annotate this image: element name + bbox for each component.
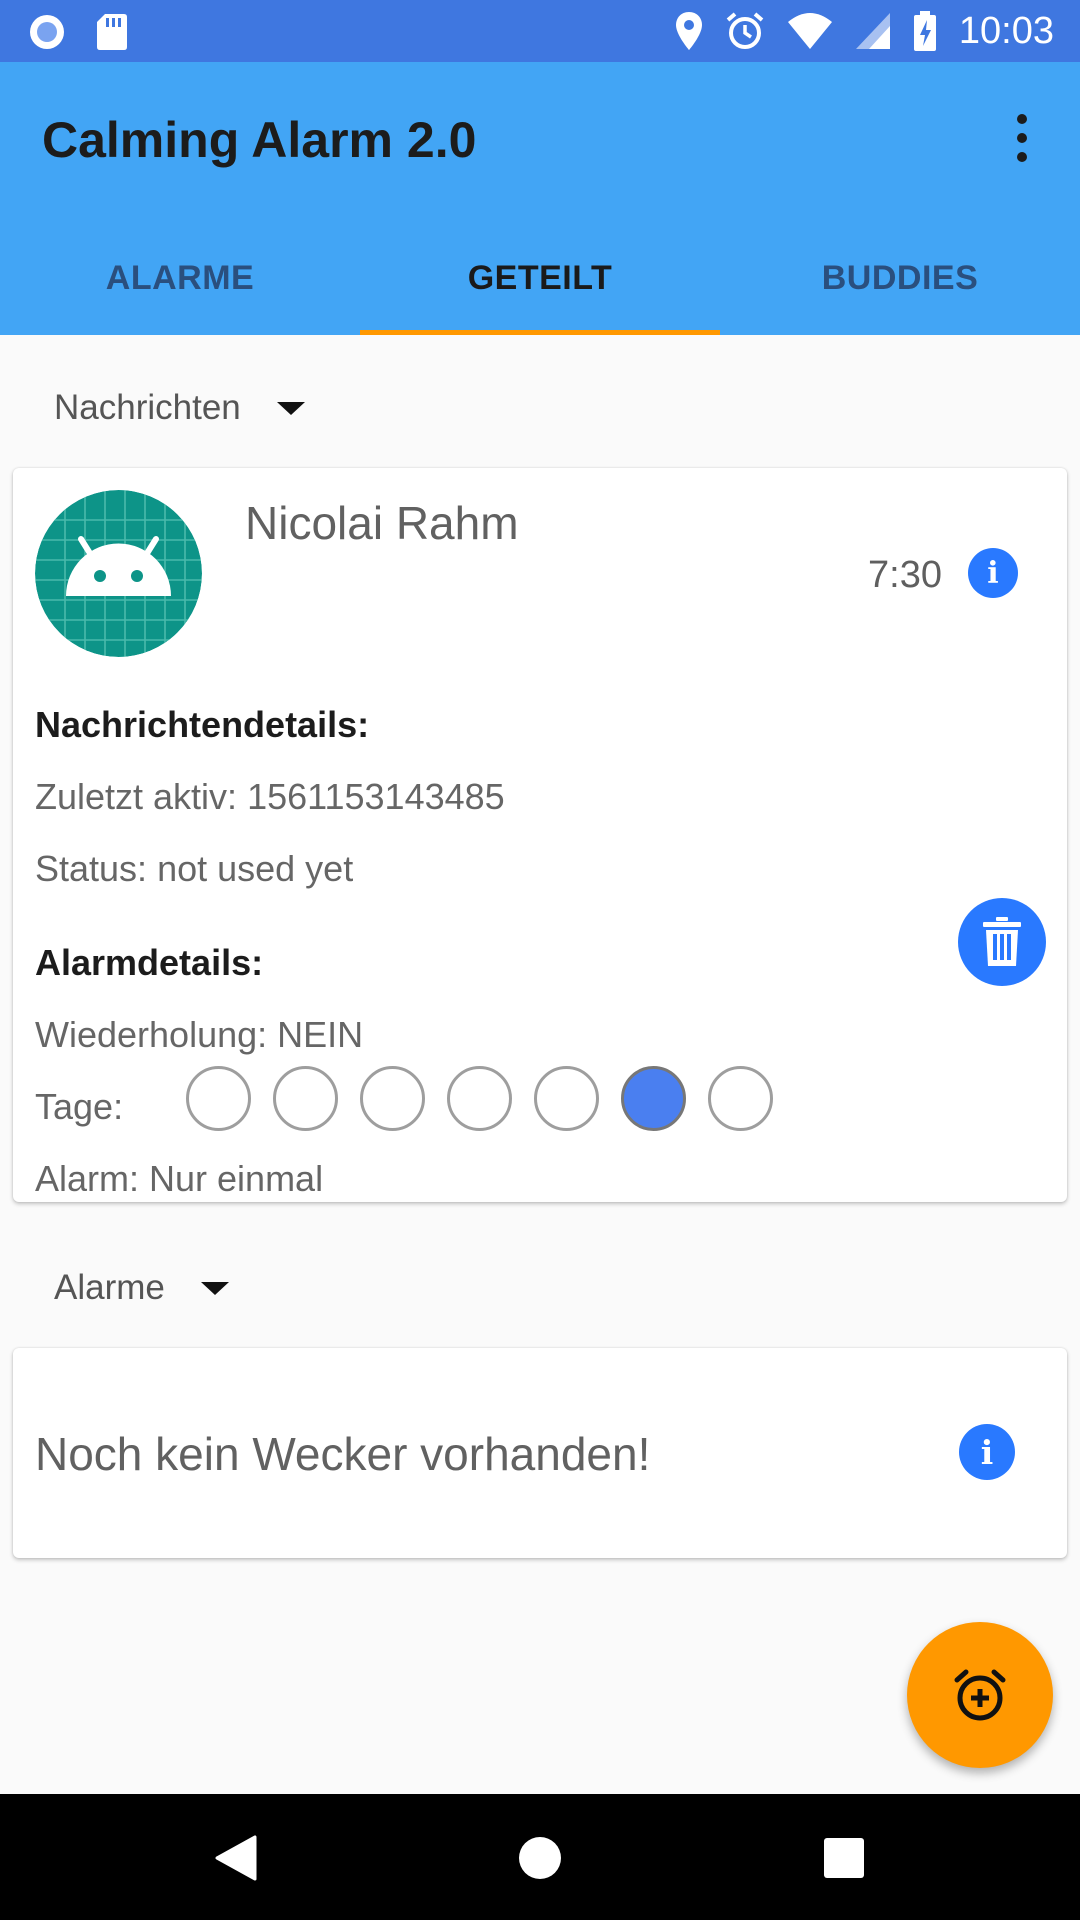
alarms-section-label: Alarme — [54, 1268, 165, 1307]
home-icon — [519, 1837, 561, 1879]
add-alarm-button[interactable] — [907, 1622, 1053, 1768]
alarm-clock-icon — [726, 12, 764, 49]
day-selector — [186, 1066, 773, 1131]
tab-buddies[interactable]: BUDDIES — [720, 222, 1080, 335]
day-toggle[interactable] — [273, 1066, 338, 1131]
wifi-icon — [787, 13, 832, 49]
repeat-text: Wiederholung: NEIN — [35, 1014, 364, 1055]
more-vert-icon[interactable] — [1000, 108, 1044, 168]
location-pin-icon — [675, 12, 702, 50]
delete-button[interactable] — [958, 898, 1046, 986]
messages-section-label: Nachrichten — [54, 388, 241, 427]
day-toggle[interactable] — [186, 1066, 251, 1131]
chevron-down-icon — [276, 401, 305, 415]
alarm-time: 7:30 — [868, 554, 942, 596]
tab-geteilt[interactable]: GETEILT — [360, 222, 720, 335]
circle-notification-icon — [30, 15, 64, 49]
sd-card-icon — [97, 14, 127, 50]
message-card: Nicolai Rahm 7:30 i Nachrichtendetails: … — [13, 468, 1067, 1202]
sender-name: Nicolai Rahm — [245, 497, 519, 549]
day-toggle[interactable] — [447, 1066, 512, 1131]
last-active-text: Zuletzt aktiv: 1561153143485 — [35, 776, 505, 817]
add-alarm-icon — [954, 1669, 1006, 1721]
status-bar-left — [28, 13, 128, 51]
info-icon[interactable]: i — [959, 1424, 1015, 1480]
battery-charging-icon — [913, 11, 936, 51]
empty-alarms-text: Noch kein Wecker vorhanden! — [35, 1428, 651, 1480]
app-title: Calming Alarm 2.0 — [42, 112, 477, 168]
alarm-mode-text: Alarm: Nur einmal — [35, 1158, 324, 1199]
back-button[interactable] — [208, 1830, 264, 1886]
tab-bar: ALARME GETEILT BUDDIES — [0, 222, 1080, 335]
tab-alarme[interactable]: ALARME — [0, 222, 360, 335]
cell-signal-icon — [855, 13, 890, 49]
day-toggle[interactable] — [708, 1066, 773, 1131]
trash-icon — [983, 917, 1021, 966]
recents-button[interactable] — [816, 1830, 872, 1886]
days-label: Tage: — [35, 1086, 124, 1127]
home-button[interactable] — [512, 1830, 568, 1886]
day-toggle[interactable] — [534, 1066, 599, 1131]
alarm-details-heading: Alarmdetails: — [35, 942, 264, 983]
alarms-empty-card: Noch kein Wecker vorhanden! i — [13, 1348, 1067, 1558]
message-details-heading: Nachrichtendetails: — [35, 704, 370, 745]
status-clock: 10:03 — [958, 10, 1054, 52]
chevron-down-icon — [200, 1281, 229, 1295]
android-icon — [35, 490, 202, 657]
info-icon[interactable]: i — [968, 548, 1018, 598]
day-toggle[interactable] — [360, 1066, 425, 1131]
recents-icon — [824, 1838, 864, 1878]
navigation-bar — [0, 1794, 1080, 1920]
back-icon — [215, 1835, 257, 1881]
alarms-section-toggle[interactable]: Alarme — [54, 1268, 229, 1308]
messages-section-toggle[interactable]: Nachrichten — [54, 388, 305, 428]
day-toggle[interactable] — [621, 1066, 686, 1131]
status-bar-right: 10:03 — [675, 8, 1054, 54]
status-text: Status: not used yet — [35, 848, 354, 889]
status-bar: 10:03 — [0, 0, 1080, 62]
